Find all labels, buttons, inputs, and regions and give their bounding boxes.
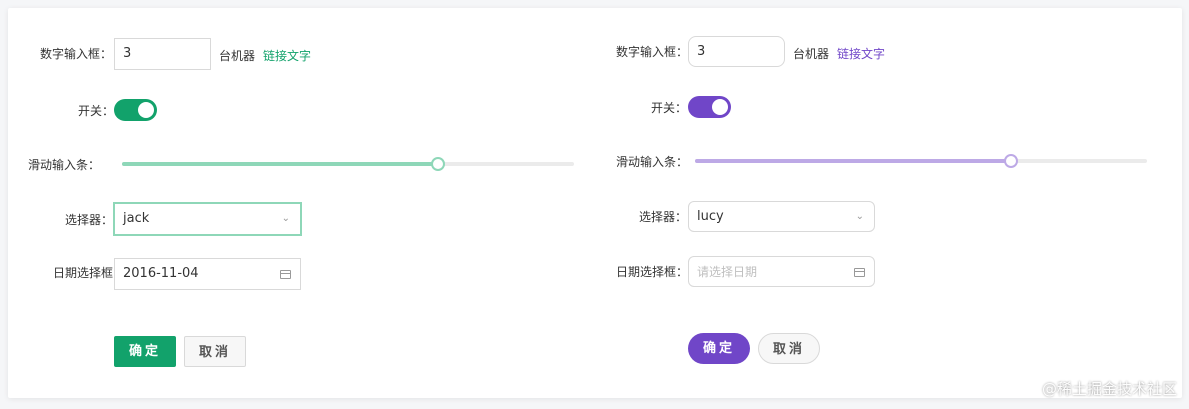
slider-handle[interactable] bbox=[431, 157, 445, 171]
switch-toggle[interactable] bbox=[114, 99, 157, 121]
slider-track-fill bbox=[122, 162, 438, 166]
switch-toggle[interactable] bbox=[688, 96, 731, 118]
machine-unit-text: 台机器 bbox=[219, 49, 256, 63]
cancel-button[interactable]: 取消 bbox=[184, 336, 246, 367]
link-text[interactable]: 链接文字 bbox=[263, 47, 311, 64]
slider-handle[interactable] bbox=[1004, 154, 1018, 168]
ok-button[interactable]: 确定 bbox=[114, 336, 176, 367]
slider-track-fill bbox=[695, 159, 1011, 163]
number-input-label: 数字输入框： bbox=[616, 45, 689, 59]
page-background: 数字输入框： 3 台机器 链接文字 开关： 滑动输入条： 选择器： jack ⌄… bbox=[0, 0, 1189, 409]
select-label: 选择器： bbox=[639, 210, 688, 224]
select-label: 选择器： bbox=[65, 213, 114, 227]
slider-label: 滑动输入条： bbox=[616, 155, 689, 169]
number-input[interactable]: 3 bbox=[688, 36, 785, 67]
slider-rail[interactable] bbox=[695, 154, 1147, 168]
number-input-label: 数字输入框： bbox=[40, 47, 113, 61]
watermark: @稀土掘金技术社区 bbox=[1041, 380, 1177, 398]
ok-button[interactable]: 确定 bbox=[688, 333, 750, 364]
select-value: lucy bbox=[697, 209, 724, 224]
date-placeholder: 请选择日期 bbox=[697, 265, 758, 279]
switch-knob bbox=[712, 99, 728, 115]
slider-rail[interactable] bbox=[122, 157, 574, 171]
select-dropdown[interactable]: jack ⌄ bbox=[114, 203, 301, 235]
switch-label: 开关： bbox=[78, 104, 115, 118]
select-dropdown[interactable]: lucy ⌄ bbox=[688, 201, 875, 232]
chevron-down-icon: ⌄ bbox=[855, 211, 864, 222]
form-card: 数字输入框： 3 台机器 链接文字 开关： 滑动输入条： 选择器： jack ⌄… bbox=[8, 8, 1182, 398]
date-picker[interactable]: 2016-11-04 bbox=[114, 258, 301, 290]
slider-label: 滑动输入条： bbox=[28, 158, 101, 172]
date-value: 2016-11-04 bbox=[123, 266, 199, 281]
link-text[interactable]: 链接文字 bbox=[837, 45, 885, 62]
date-picker[interactable]: 请选择日期 bbox=[688, 256, 875, 287]
chevron-down-icon: ⌄ bbox=[281, 213, 290, 224]
machine-unit-text: 台机器 bbox=[793, 47, 830, 61]
number-input[interactable]: 3 bbox=[114, 38, 211, 70]
cancel-button[interactable]: 取消 bbox=[758, 333, 820, 364]
calendar-icon bbox=[280, 270, 291, 279]
switch-knob bbox=[138, 102, 154, 118]
select-value: jack bbox=[123, 211, 150, 226]
switch-label: 开关： bbox=[651, 101, 688, 115]
calendar-icon bbox=[854, 268, 865, 277]
date-label: 日期选择框： bbox=[616, 265, 689, 279]
